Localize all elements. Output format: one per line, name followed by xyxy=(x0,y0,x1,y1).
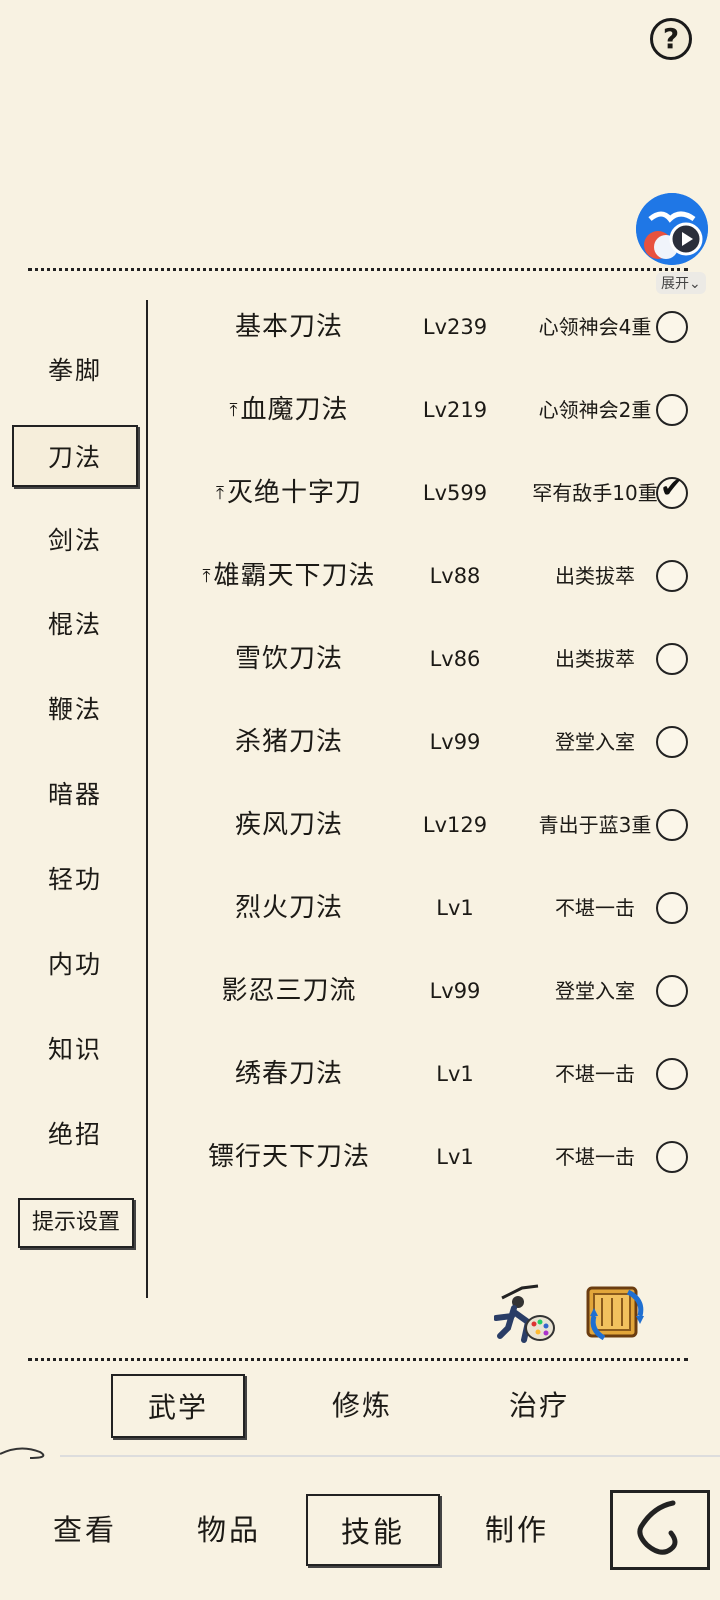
category-quanjiao[interactable]: 拳脚 xyxy=(12,340,138,402)
pin-up-icon[interactable]: ⤒ xyxy=(230,371,239,451)
skill-row[interactable]: 基本刀法 Lv239 心领神会4重 xyxy=(150,287,710,367)
skill-row[interactable]: 烈火刀法 Lv1 不堪一击 xyxy=(150,868,710,948)
help-button[interactable]: ? xyxy=(650,18,692,60)
skill-name: 雄霸天下刀法 xyxy=(213,561,376,591)
skill-row[interactable]: 镖行天下刀法 Lv1 不堪一击 xyxy=(150,1117,710,1197)
category-daofa[interactable]: 刀法 xyxy=(12,425,138,487)
martial-artist-palette-icon[interactable] xyxy=(493,1282,558,1346)
category-zhishi[interactable]: 知识 xyxy=(12,1019,138,1081)
category-neigong[interactable]: 内功 xyxy=(12,934,138,996)
floating-video-widget[interactable] xyxy=(636,193,708,265)
skill-row[interactable]: 疾风刀法 Lv129 青出于蓝3重 xyxy=(150,785,710,865)
skill-row[interactable]: 绣春刀法 Lv1 不堪一击 xyxy=(150,1034,710,1114)
tab-wuxue[interactable]: 武学 xyxy=(111,1374,245,1438)
category-bianfa[interactable]: 鞭法 xyxy=(12,679,138,741)
skill-name: 疾风刀法 xyxy=(234,810,343,840)
tip-settings-button[interactable]: 提示设置 xyxy=(18,1198,134,1248)
bottom-divider xyxy=(28,1358,688,1361)
nav-craft-button[interactable]: 制作 xyxy=(450,1494,584,1566)
skill-select-radio[interactable] xyxy=(656,726,688,758)
skill-name-wrap: ⤒雄霸天下刀法 xyxy=(164,536,414,616)
nav-skills-button[interactable]: 技能 xyxy=(306,1494,440,1566)
skill-select-radio[interactable] xyxy=(656,975,688,1007)
nav-view-button[interactable]: 查看 xyxy=(18,1494,152,1566)
skill-select-radio[interactable] xyxy=(656,892,688,924)
category-juezhao[interactable]: 绝招 xyxy=(12,1104,138,1166)
top-divider xyxy=(28,268,688,271)
skill-select-radio[interactable]: ✔ xyxy=(656,471,688,509)
video-assistant-icon xyxy=(636,193,708,265)
back-button[interactable] xyxy=(610,1490,710,1570)
sidebar-divider xyxy=(146,300,148,1298)
nav-items-button[interactable]: 物品 xyxy=(162,1494,296,1566)
skill-name: 杀猪刀法 xyxy=(234,727,343,757)
skill-name: 烈火刀法 xyxy=(234,893,343,923)
skill-select-radio[interactable] xyxy=(656,311,688,343)
skill-name-wrap: ⤒灭绝十字刀 xyxy=(164,453,414,533)
skill-select-radio[interactable] xyxy=(656,1141,688,1173)
skill-row[interactable]: 雪饮刀法 Lv86 出类拔萃 xyxy=(150,619,710,699)
category-jianfa[interactable]: 剑法 xyxy=(12,510,138,572)
skill-select-radio[interactable] xyxy=(656,394,688,426)
skill-name: 绣春刀法 xyxy=(234,1059,343,1089)
pin-up-icon[interactable]: ⤒ xyxy=(203,537,212,617)
skill-row[interactable]: 影忍三刀流 Lv99 登堂入室 xyxy=(150,951,710,1031)
skill-name: 影忍三刀流 xyxy=(221,976,357,1006)
skill-name: 血魔刀法 xyxy=(240,395,349,425)
ink-divider xyxy=(0,1447,720,1459)
back-icon xyxy=(637,1500,678,1555)
skill-select-radio[interactable] xyxy=(656,643,688,675)
skill-name: 基本刀法 xyxy=(234,312,343,342)
category-anqi[interactable]: 暗器 xyxy=(12,764,138,826)
skill-name: 雪饮刀法 xyxy=(234,644,343,674)
skill-name: 灭绝十字刀 xyxy=(226,478,362,508)
skill-name: 镖行天下刀法 xyxy=(207,1142,370,1172)
skill-row[interactable]: ⤒雄霸天下刀法 Lv88 出类拔萃 xyxy=(150,536,710,616)
skill-name-wrap: ⤒血魔刀法 xyxy=(164,370,414,450)
skill-row[interactable]: 杀猪刀法 Lv99 登堂入室 xyxy=(150,702,710,782)
pin-up-icon[interactable]: ⤒ xyxy=(216,454,225,534)
skill-select-radio[interactable] xyxy=(656,560,688,592)
tab-zhiliao[interactable]: 治疗 xyxy=(472,1374,606,1438)
scroll-swap-icon[interactable] xyxy=(584,1280,648,1344)
category-qinggong[interactable]: 轻功 xyxy=(12,849,138,911)
check-icon: ✔ xyxy=(660,471,684,504)
skill-row[interactable]: ⤒灭绝十字刀 Lv599 罕有敌手10重 ✔ xyxy=(150,453,710,533)
category-gunfa[interactable]: 棍法 xyxy=(12,594,138,656)
skill-select-radio[interactable] xyxy=(656,1058,688,1090)
skill-row[interactable]: ⤒血魔刀法 Lv219 心领神会2重 xyxy=(150,370,710,450)
skill-select-radio[interactable] xyxy=(656,809,688,841)
tab-xiulian[interactable]: 修炼 xyxy=(295,1374,429,1438)
